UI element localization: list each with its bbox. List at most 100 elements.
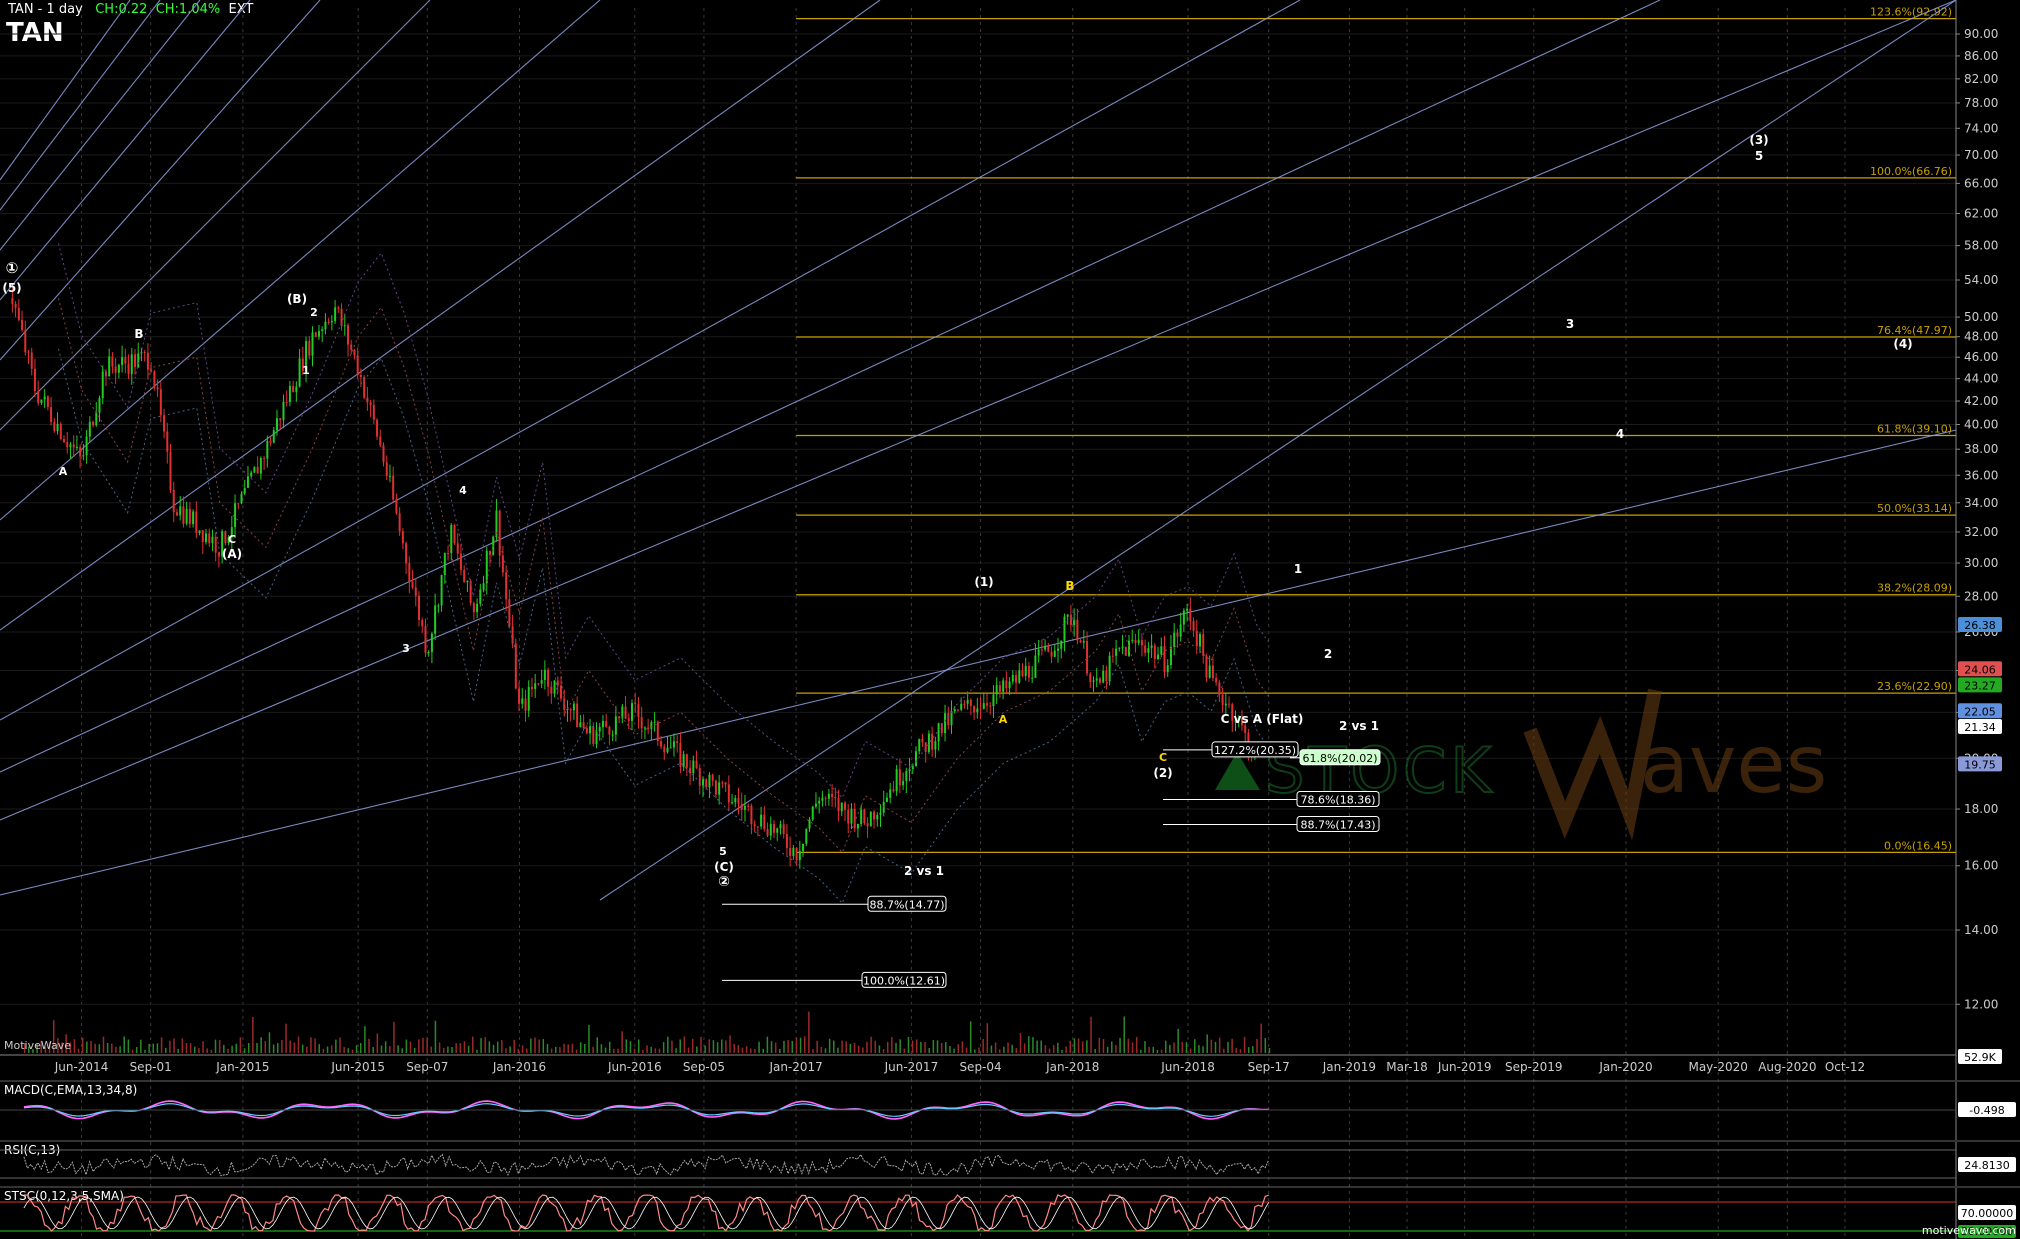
volume-bar xyxy=(393,1021,395,1053)
candle-body xyxy=(195,511,198,533)
volume-bar xyxy=(891,1037,893,1053)
candle-body xyxy=(747,805,750,807)
volume-bar xyxy=(1268,1047,1271,1053)
candle-body xyxy=(521,698,524,704)
candle-body xyxy=(1208,665,1211,678)
candle-body xyxy=(669,747,672,749)
volume-bar xyxy=(1135,1037,1138,1053)
candle-body xyxy=(918,738,921,752)
volume-bar xyxy=(285,1023,287,1053)
candle-body xyxy=(966,699,969,704)
candle-body xyxy=(489,550,492,555)
candle-body xyxy=(421,620,424,627)
volume-bar xyxy=(903,1048,906,1053)
candle-body xyxy=(895,769,898,792)
volume-bar xyxy=(252,1017,254,1053)
chart-canvas[interactable]: 123.6%(92.92) 100.0%(66.76) 76.4%(47.97) 61… xyxy=(0,0,2020,1239)
volume-bar xyxy=(920,1041,922,1053)
y-tick-label: 30.00 xyxy=(1964,556,1998,570)
rsi-line xyxy=(23,1153,1270,1177)
candle-body xyxy=(1005,680,1008,689)
candle-body xyxy=(88,421,91,437)
volume-bar xyxy=(1081,1041,1084,1053)
candle-body xyxy=(834,796,837,799)
candle-body xyxy=(676,741,679,744)
volume-bar xyxy=(608,1041,611,1053)
x-tick-label: Jan-2018 xyxy=(1045,1060,1099,1074)
volume-bar xyxy=(418,1039,420,1053)
candle-body xyxy=(572,703,575,711)
volume-bar xyxy=(1123,1016,1125,1053)
candle-body xyxy=(337,307,340,309)
candle-body xyxy=(760,814,763,827)
volume-bar xyxy=(555,1046,557,1053)
candle-body xyxy=(876,814,879,820)
volume-bar xyxy=(1160,1049,1163,1053)
candle-body xyxy=(937,723,940,742)
volume-bar xyxy=(509,1046,511,1053)
candle-body xyxy=(1215,678,1218,683)
volume-bar xyxy=(235,1043,238,1053)
candle-body xyxy=(608,726,611,735)
candle-body xyxy=(134,354,137,367)
candle-body xyxy=(844,802,847,810)
candle-body xyxy=(1018,670,1021,683)
volume-bar xyxy=(696,1046,698,1053)
volume-bar xyxy=(1140,1049,1142,1053)
volume-bar xyxy=(256,1043,258,1053)
volume-bar xyxy=(567,1044,569,1053)
wave-label: 1 xyxy=(302,364,310,377)
volume-bar xyxy=(725,1040,727,1053)
wave-label: B xyxy=(134,327,143,341)
target-label: 100.0%(12.61) xyxy=(863,974,945,987)
volume-bar xyxy=(164,1047,167,1053)
volume-bar xyxy=(650,1046,652,1053)
candle-body xyxy=(1128,640,1131,656)
wave-label: ① xyxy=(6,259,19,277)
candle-body xyxy=(1189,608,1192,622)
candle-body xyxy=(1002,680,1005,692)
volume-bar xyxy=(592,1046,594,1053)
candle-body xyxy=(350,344,353,350)
volume-bar xyxy=(584,1043,586,1053)
candle-body xyxy=(976,708,979,713)
volume-bar xyxy=(330,1045,333,1053)
wave-label: 2 vs 1 xyxy=(1339,719,1379,733)
wave-label: C xyxy=(1159,751,1167,764)
volume-bar xyxy=(874,1040,877,1053)
volume-bar xyxy=(613,1048,615,1053)
candle-body xyxy=(814,803,817,807)
candle-body xyxy=(424,626,427,653)
volume-bar xyxy=(181,1038,184,1053)
candle-body xyxy=(1124,646,1127,656)
volume-bar xyxy=(210,1049,213,1053)
candle-body xyxy=(1224,703,1227,706)
candle-body xyxy=(1147,648,1150,653)
y-tick-label: 16.00 xyxy=(1964,859,1998,873)
volume-bar xyxy=(1011,1044,1013,1053)
candle-body xyxy=(898,769,901,786)
candle-body xyxy=(1199,634,1202,647)
candle-body xyxy=(598,727,601,732)
volume-bar xyxy=(177,1048,179,1053)
candle-body xyxy=(401,531,404,544)
moving-average xyxy=(58,298,1270,854)
candle-body xyxy=(553,680,556,694)
candle-body xyxy=(459,553,462,570)
volume-bar xyxy=(1252,1046,1254,1053)
candle-body xyxy=(795,847,798,861)
volume-bar xyxy=(1206,1034,1208,1053)
candle-body xyxy=(205,533,208,543)
volume-bar xyxy=(81,1037,84,1053)
volume-bar xyxy=(206,1048,208,1053)
volume-bar xyxy=(1181,1041,1184,1053)
volume-bar xyxy=(144,1049,146,1053)
volume-bar xyxy=(816,1040,818,1053)
candle-body xyxy=(485,550,488,584)
x-tick-label: Sep-04 xyxy=(959,1060,1001,1074)
volume-bar xyxy=(774,1042,777,1053)
candle-body xyxy=(731,802,734,804)
candle-body xyxy=(243,487,246,494)
candle-body xyxy=(1095,678,1098,681)
wave-label: (5) xyxy=(2,281,21,295)
